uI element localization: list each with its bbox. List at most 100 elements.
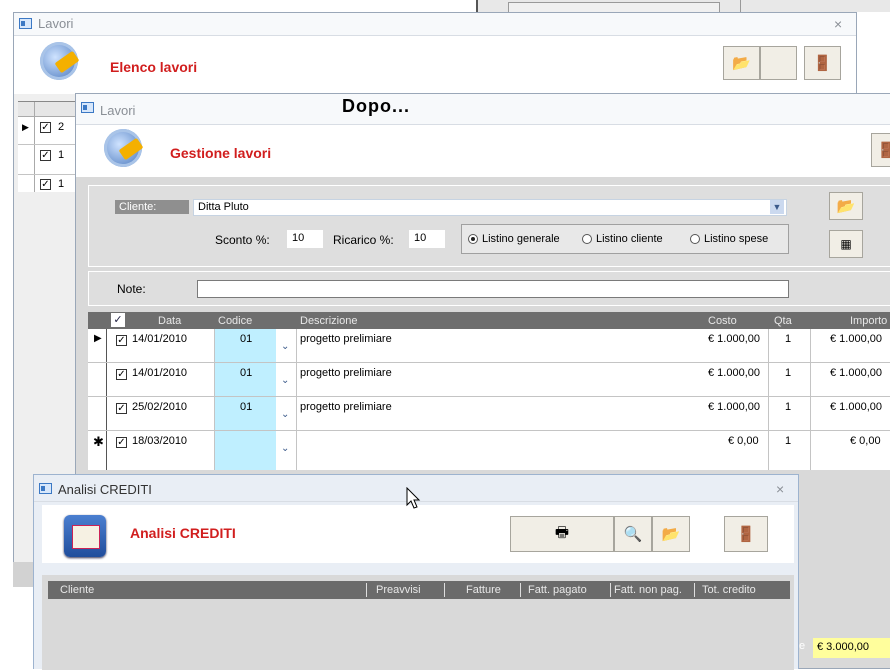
window-title: Lavori xyxy=(38,16,74,31)
chevron-down-icon[interactable]: ▼ xyxy=(770,200,784,214)
row-checkbox[interactable]: ✓ xyxy=(40,122,51,133)
chevron-down-icon[interactable]: ⌄ xyxy=(281,409,289,420)
column-descrizione[interactable]: Descrizione xyxy=(300,315,357,327)
row-checkbox[interactable]: ✓ xyxy=(40,179,51,190)
close-icon[interactable]: × xyxy=(776,481,784,497)
row-qta[interactable]: 1 xyxy=(785,435,791,447)
row-data[interactable]: 14/01/2010 xyxy=(132,367,187,379)
total-importo-field: € 3.000,00 xyxy=(813,638,890,658)
table-sparkle-icon: ▦ xyxy=(840,237,852,251)
listino-cliente-radio[interactable]: Listino cliente xyxy=(582,233,663,245)
column-cliente[interactable]: Cliente xyxy=(60,584,94,596)
column-fatt-non-pag[interactable]: Fatt. non pag. xyxy=(614,584,682,596)
column-tot-credito[interactable]: Tot. credito xyxy=(702,584,756,596)
price-list-button[interactable]: ▦ xyxy=(829,230,863,258)
row-checkbox[interactable]: ✓ xyxy=(116,369,127,380)
row-digit: 1 xyxy=(58,178,65,190)
total-label-fragment: e xyxy=(799,640,806,652)
row-costo[interactable]: € 1.000,00 xyxy=(708,367,760,379)
row-codice[interactable]: 01 xyxy=(240,333,252,345)
cliente-panel: Cliente: Ditta Pluto ▼ 📂 ▦ Sconto %: 10 … xyxy=(88,185,890,267)
open-folder-button[interactable]: 📂 xyxy=(652,516,690,552)
open-folder-button[interactable]: 📂 xyxy=(829,192,863,220)
row-checkbox[interactable]: ✓ xyxy=(116,403,127,414)
row-qta[interactable]: 1 xyxy=(785,333,791,345)
row-checkbox[interactable]: ✓ xyxy=(40,150,51,161)
row-costo[interactable]: € 1.000,00 xyxy=(708,401,760,413)
open-folder-button[interactable]: 📂 xyxy=(723,46,760,80)
column-codice[interactable]: Codice xyxy=(218,315,252,327)
tools-icon xyxy=(40,42,80,80)
row-importo[interactable]: € 0,00 xyxy=(850,435,881,447)
row-checkbox[interactable]: ✓ xyxy=(116,335,127,346)
column-data[interactable]: Data xyxy=(158,315,181,327)
row-codice[interactable]: 01 xyxy=(240,401,252,413)
sconto-label: Sconto %: xyxy=(215,233,270,247)
record-pointer-icon: ▶ xyxy=(22,122,29,132)
chevron-down-icon[interactable]: ⌄ xyxy=(281,443,289,454)
exit-button[interactable]: 🚪 xyxy=(724,516,768,552)
row-data[interactable]: 25/02/2010 xyxy=(132,401,187,413)
exit-button[interactable]: 🚪 xyxy=(804,46,841,80)
row-descrizione[interactable]: progetto prelimiare xyxy=(300,401,392,413)
select-all-checkbox-icon[interactable]: ✓ xyxy=(111,313,125,327)
new-record-asterisk-icon: ✱ xyxy=(93,434,104,449)
lavori-list-grid: ▶ ✓ 2 ✓ 1 ✓ 1 xyxy=(18,101,76,192)
column-fatture[interactable]: Fatture xyxy=(466,584,501,596)
column-costo[interactable]: Costo xyxy=(708,315,737,327)
row-checkbox[interactable]: ✓ xyxy=(116,437,127,448)
column-preavvisi[interactable]: Preavvisi xyxy=(376,584,421,596)
elenco-lavori-header: Elenco lavori 📂 🚪 xyxy=(14,36,856,94)
row-codice[interactable]: 01 xyxy=(240,367,252,379)
spreadsheet-icon xyxy=(64,515,106,557)
chevron-down-icon[interactable]: ⌄ xyxy=(281,375,289,386)
row-descrizione[interactable]: progetto prelimiare xyxy=(300,333,392,345)
grid-header: ✓ Data Codice Descrizione Costo Qta Impo… xyxy=(88,312,890,329)
note-input[interactable] xyxy=(197,280,789,298)
row-costo[interactable]: € 0,00 xyxy=(728,435,759,447)
folder-icon: 📂 xyxy=(661,526,681,543)
row-digit: 1 xyxy=(58,149,65,161)
blank-button[interactable] xyxy=(760,46,797,80)
page-title: Analisi CREDITI xyxy=(130,525,236,541)
note-panel: Note: xyxy=(88,271,890,306)
crediti-grid: Cliente Preavvisi Fatture Fatt. pagato F… xyxy=(42,575,794,670)
listino-generale-radio[interactable]: Listino generale xyxy=(468,233,560,245)
background-window-edge xyxy=(476,0,890,13)
exit-door-icon: 🚪 xyxy=(736,526,756,543)
exit-door-icon: 🚪 xyxy=(876,142,890,159)
column-qta[interactable]: Qta xyxy=(774,315,792,327)
exit-button[interactable]: 🚪 xyxy=(871,133,890,167)
row-importo[interactable]: € 1.000,00 xyxy=(830,333,882,345)
table-row[interactable]: ✓ 25/02/2010 01 ⌄ progetto prelimiare € … xyxy=(88,397,890,430)
report-button[interactable]: 🖶 xyxy=(510,516,614,552)
row-costo[interactable]: € 1.000,00 xyxy=(708,333,760,345)
table-row[interactable]: ▶ ✓ 14/01/2010 01 ⌄ progetto prelimiare … xyxy=(88,329,890,362)
row-importo[interactable]: € 1.000,00 xyxy=(830,401,882,413)
close-icon[interactable]: × xyxy=(834,16,842,32)
row-importo[interactable]: € 1.000,00 xyxy=(830,367,882,379)
chevron-down-icon[interactable]: ⌄ xyxy=(281,341,289,352)
report-icon: 🖶 xyxy=(554,523,570,541)
record-pointer-icon: ▶ xyxy=(94,333,102,344)
mouse-cursor-icon xyxy=(406,487,421,509)
sconto-input[interactable]: 10 xyxy=(287,230,323,248)
table-row[interactable]: ✓ 14/01/2010 01 ⌄ progetto prelimiare € … xyxy=(88,363,890,396)
row-data[interactable]: 18/03/2010 xyxy=(132,435,187,447)
radio-empty-icon xyxy=(690,234,700,245)
preview-button[interactable]: 🔍 xyxy=(614,516,652,552)
cliente-select[interactable]: Ditta Pluto ▼ xyxy=(193,199,787,216)
column-fatt-pagato[interactable]: Fatt. pagato xyxy=(528,584,587,596)
column-importo[interactable]: Importo xyxy=(850,315,887,327)
listino-spese-radio[interactable]: Listino spese xyxy=(690,233,768,245)
ricarico-input[interactable]: 10 xyxy=(409,230,445,248)
new-record-row[interactable]: ✱ ✓ 18/03/2010 ⌄ € 0,00 1 € 0,00 xyxy=(88,431,890,464)
row-qta[interactable]: 1 xyxy=(785,401,791,413)
radio-empty-icon xyxy=(582,234,592,245)
note-label: Note: xyxy=(117,282,146,296)
row-qta[interactable]: 1 xyxy=(785,367,791,379)
row-data[interactable]: 14/01/2010 xyxy=(132,333,187,345)
row-descrizione[interactable]: progetto prelimiare xyxy=(300,367,392,379)
ricarico-label: Ricarico %: xyxy=(333,233,394,247)
form-icon xyxy=(39,483,52,494)
